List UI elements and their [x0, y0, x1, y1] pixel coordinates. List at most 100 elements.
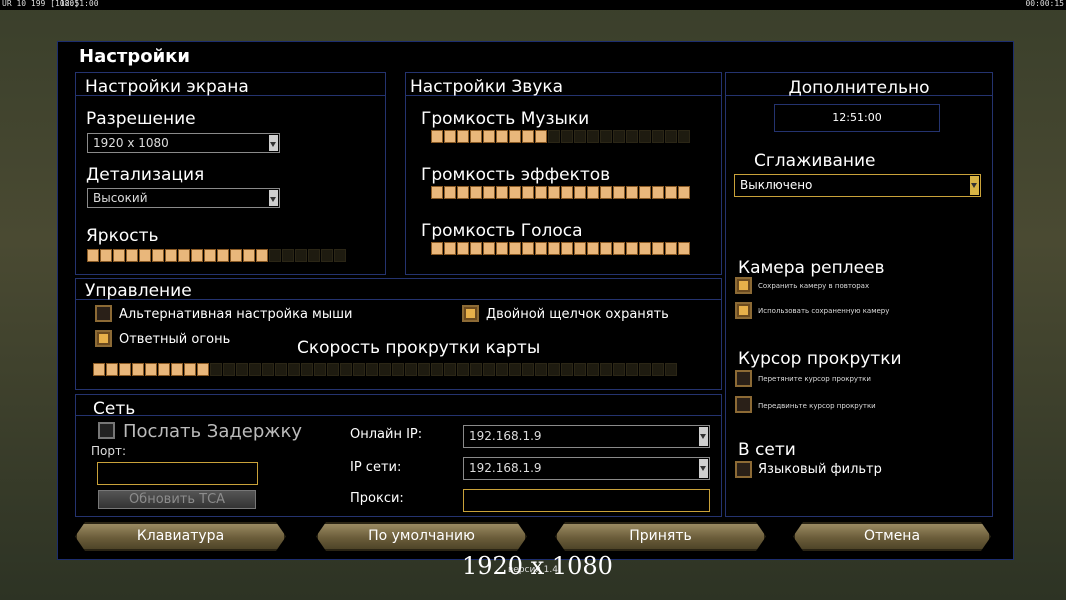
slider-segment[interactable]	[639, 186, 651, 199]
port-input[interactable]	[97, 462, 258, 485]
keyboard-button[interactable]: Клавиатура	[75, 522, 286, 551]
slider-segment[interactable]	[184, 363, 196, 376]
slider-segment[interactable]	[665, 363, 677, 376]
slider-segment[interactable]	[366, 363, 378, 376]
slider-segment[interactable]	[509, 363, 521, 376]
slider-segment[interactable]	[665, 242, 677, 255]
slider-segment[interactable]	[574, 242, 586, 255]
slider-segment[interactable]	[548, 130, 560, 143]
slider-segment[interactable]	[431, 186, 443, 199]
slider-segment[interactable]	[652, 130, 664, 143]
slider-segment[interactable]	[483, 186, 495, 199]
slider-segment[interactable]	[509, 186, 521, 199]
slider-segment[interactable]	[470, 186, 482, 199]
slider-segment[interactable]	[431, 130, 443, 143]
defaults-button[interactable]: По умолчанию	[316, 522, 527, 551]
slider-segment[interactable]	[444, 186, 456, 199]
slider-segment[interactable]	[269, 249, 281, 262]
resolution-dropdown[interactable]: 1920 x 1080	[87, 133, 280, 153]
slider-segment[interactable]	[210, 363, 222, 376]
slider-segment[interactable]	[613, 130, 625, 143]
slider-segment[interactable]	[561, 186, 573, 199]
slider-segment[interactable]	[626, 363, 638, 376]
slider-segment[interactable]	[249, 363, 261, 376]
slider-segment[interactable]	[483, 242, 495, 255]
slider-segment[interactable]	[288, 363, 300, 376]
slider-segment[interactable]	[457, 186, 469, 199]
save-camera-checkbox[interactable]	[735, 277, 752, 294]
slider-segment[interactable]	[496, 242, 508, 255]
slider-segment[interactable]	[483, 363, 495, 376]
effects-volume-slider[interactable]	[431, 186, 690, 200]
slider-segment[interactable]	[665, 130, 677, 143]
slider-segment[interactable]	[522, 130, 534, 143]
slider-segment[interactable]	[314, 363, 326, 376]
slider-segment[interactable]	[165, 249, 177, 262]
online-ip-dropdown[interactable]: 192.168.1.9	[463, 425, 710, 448]
slider-segment[interactable]	[204, 249, 216, 262]
slider-segment[interactable]	[431, 242, 443, 255]
update-tca-button[interactable]: Обновить ТСА	[98, 490, 256, 509]
slider-segment[interactable]	[444, 363, 456, 376]
slider-segment[interactable]	[587, 242, 599, 255]
slider-segment[interactable]	[470, 130, 482, 143]
slider-segment[interactable]	[470, 363, 482, 376]
slider-segment[interactable]	[574, 130, 586, 143]
slider-segment[interactable]	[652, 242, 664, 255]
slider-segment[interactable]	[561, 130, 573, 143]
slider-segment[interactable]	[217, 249, 229, 262]
slider-segment[interactable]	[282, 249, 294, 262]
slider-segment[interactable]	[126, 249, 138, 262]
slider-segment[interactable]	[444, 242, 456, 255]
slider-segment[interactable]	[223, 363, 235, 376]
chevron-down-icon[interactable]	[699, 427, 708, 446]
slider-segment[interactable]	[230, 249, 242, 262]
slider-segment[interactable]	[678, 130, 690, 143]
slider-segment[interactable]	[574, 363, 586, 376]
music-volume-slider[interactable]	[431, 130, 690, 144]
lan-ip-dropdown[interactable]: 192.168.1.9	[463, 457, 710, 480]
chevron-down-icon[interactable]	[269, 190, 278, 206]
slider-segment[interactable]	[665, 186, 677, 199]
slider-segment[interactable]	[236, 363, 248, 376]
chevron-down-icon[interactable]	[699, 459, 708, 478]
brightness-slider[interactable]	[87, 249, 346, 263]
slider-segment[interactable]	[626, 186, 638, 199]
slider-segment[interactable]	[321, 249, 333, 262]
slider-segment[interactable]	[470, 242, 482, 255]
proxy-input[interactable]	[463, 489, 710, 512]
send-delay-checkbox[interactable]	[98, 422, 115, 439]
slider-segment[interactable]	[139, 249, 151, 262]
retaliation-checkbox[interactable]	[95, 330, 112, 347]
slider-segment[interactable]	[262, 363, 274, 376]
alt-mouse-checkbox[interactable]	[95, 305, 112, 322]
slider-segment[interactable]	[178, 249, 190, 262]
slider-segment[interactable]	[295, 249, 307, 262]
slider-segment[interactable]	[639, 130, 651, 143]
slider-segment[interactable]	[587, 186, 599, 199]
slider-segment[interactable]	[496, 130, 508, 143]
slider-segment[interactable]	[535, 130, 547, 143]
slider-segment[interactable]	[639, 363, 651, 376]
slider-segment[interactable]	[191, 249, 203, 262]
slider-segment[interactable]	[548, 242, 560, 255]
slider-segment[interactable]	[600, 363, 612, 376]
slider-segment[interactable]	[652, 186, 664, 199]
slider-segment[interactable]	[119, 363, 131, 376]
antialiasing-dropdown[interactable]: Выключено	[734, 174, 981, 197]
slider-segment[interactable]	[600, 242, 612, 255]
slider-segment[interactable]	[548, 363, 560, 376]
slider-segment[interactable]	[535, 242, 547, 255]
slider-segment[interactable]	[613, 363, 625, 376]
slider-segment[interactable]	[256, 249, 268, 262]
slider-segment[interactable]	[639, 242, 651, 255]
slider-segment[interactable]	[548, 186, 560, 199]
detail-dropdown[interactable]: Высокий	[87, 188, 280, 208]
language-filter-checkbox[interactable]	[735, 461, 752, 478]
slider-segment[interactable]	[457, 363, 469, 376]
slider-segment[interactable]	[457, 242, 469, 255]
slider-segment[interactable]	[626, 242, 638, 255]
slider-segment[interactable]	[334, 249, 346, 262]
slider-segment[interactable]	[509, 242, 521, 255]
cancel-button[interactable]: Отмена	[793, 522, 991, 551]
